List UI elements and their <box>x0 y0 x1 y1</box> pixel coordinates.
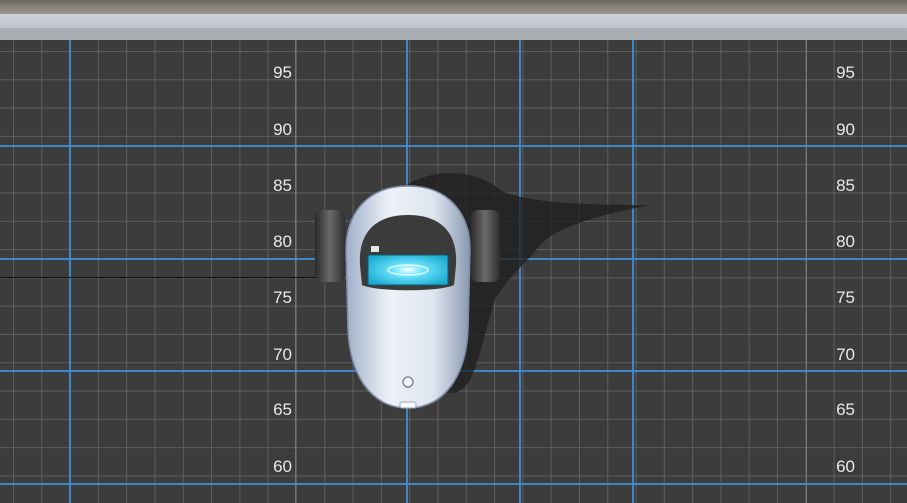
display-indicator <box>371 246 379 252</box>
robot-display <box>367 254 449 286</box>
robot-bumper <box>399 401 417 409</box>
left-wheel <box>315 210 345 282</box>
simulation-viewport[interactable]: 95 90 85 80 75 70 65 60 95 90 85 80 75 7… <box>0 0 907 503</box>
right-wheel <box>470 210 500 282</box>
robot-graphic[interactable] <box>0 0 907 503</box>
robot-sensor <box>402 376 414 388</box>
